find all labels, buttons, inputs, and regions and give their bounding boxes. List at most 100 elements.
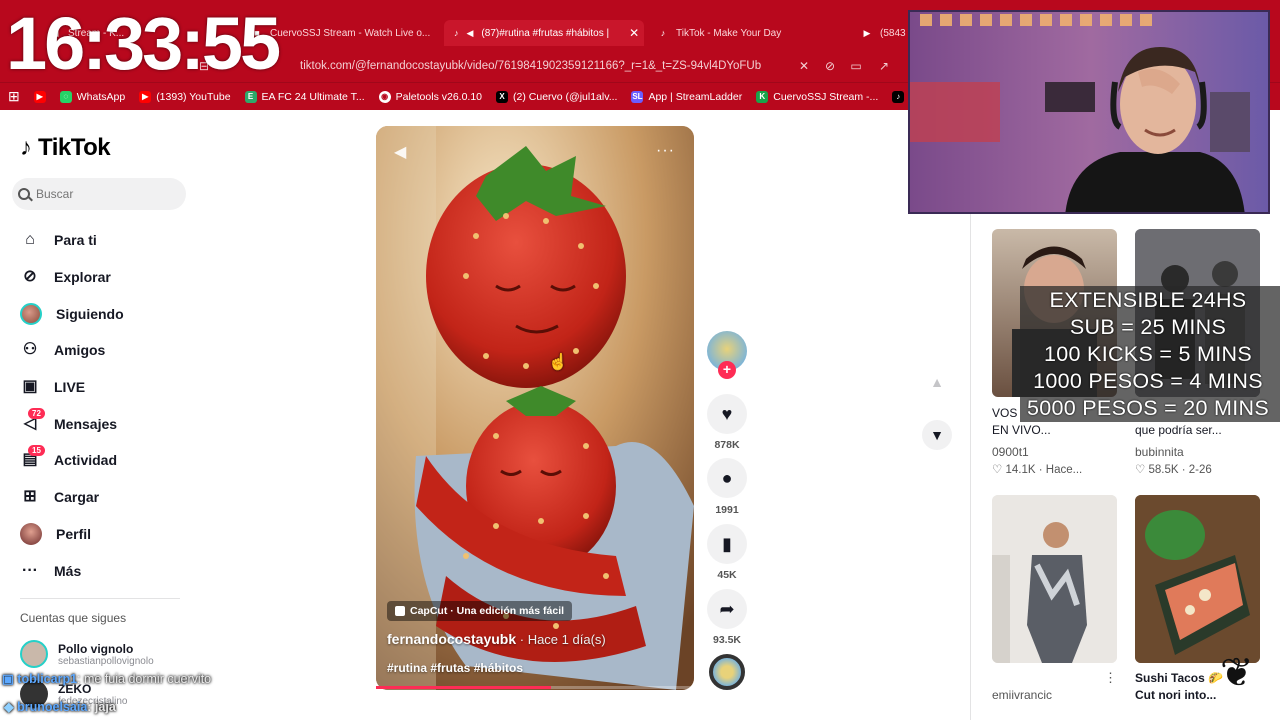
nav-item-para-ti[interactable]: ⌂ Para ti [20,222,190,259]
follow-plus-icon[interactable]: + [718,361,736,379]
share-icon[interactable]: ↗ [876,58,892,74]
nav-item-mensajes[interactable]: ◁ 72 Mensajes [20,405,190,442]
browser-tab[interactable]: ▶ (5843 [862,24,908,42]
avatar [20,640,48,668]
following-section-title: Cuentas que sigues [20,611,127,625]
search-input[interactable] [36,187,176,201]
nav-label: Perfil [56,525,92,542]
x-icon: X [496,90,509,103]
more-vertical-icon[interactable]: ⋮ [1104,670,1117,686]
nav-item-mas[interactable]: ··· Más [20,552,190,589]
video-hashtags[interactable]: #rutina #frutas #hábitos [387,661,523,675]
live-icon: ▣ [22,378,38,396]
nav-item-explorar[interactable]: ⊘ Explorar [20,259,190,296]
mute-icon[interactable]: ✕ [796,58,812,74]
caption-line: EN VIVO... [992,423,1051,437]
next-video-button[interactable]: ▼ [922,420,952,450]
compass-icon: ⊘ [23,268,37,286]
overlay-line: 5000 PESOS = 20 MINS [1026,396,1270,420]
browser-tab[interactable]: ♪ TikTok - Make Your Day [658,24,838,42]
sushi-tacos-thumbnail [1135,495,1260,663]
chat-message: ▣ toblicarp1: me fuia dormir cuervito [2,671,211,686]
browser-tab-active[interactable]: ♪ ◀ (87)#rutina #frutas #hábitos | ✕ [444,20,644,46]
recommendation-meta: ♡ 58.5K · 2-26 [1135,464,1212,476]
bookmark-youtube-icon[interactable]: ▶ [33,90,46,103]
video-progress-bar[interactable] [376,686,694,689]
tiktok-favicon-icon: ♪ [660,28,666,38]
nav-label: Amigos [54,342,106,359]
tiktok-logo[interactable]: ♪ TikTok [20,134,111,162]
youtube-icon: ▶ [139,90,152,103]
author-name: fernandocostayubk [387,631,517,647]
chat-message: ◆ brunoelsaia: jaja [4,699,116,714]
video-time: · Hace 1 día(s) [516,632,606,647]
recommendation-caption[interactable]: que podría ser... [1135,422,1260,439]
recommendation-user[interactable]: 0900t1 [992,445,1029,459]
following-avatar-icon [20,302,42,325]
nav-item-amigos[interactable]: ⚇ Amigos [20,332,190,369]
browser-tab[interactable]: ■ CuervoSSJ Stream - Watch Live o... [252,24,432,42]
heart-icon: ♥ [721,403,733,424]
following-account[interactable]: Pollo vignolo sebastianpollovignolo [20,640,154,668]
bookmark-label: (1393) YouTube [156,90,231,103]
volume-icon[interactable]: ◀ [394,142,406,162]
more-icon: ··· [22,561,38,579]
whatsapp-icon: ◌ [59,90,72,103]
nav-label: Cargar [54,489,100,506]
bookmark-item[interactable]: ▶ (1393) YouTube [139,90,231,103]
recommendation-meta: ♡ 14.1K · Hace... [992,464,1083,476]
recommendation-user[interactable]: bubinnita [1135,445,1184,459]
more-options-icon[interactable]: ··· [656,142,675,160]
bookmark-label: (2) Cuervo (@jul1alv... [513,90,618,103]
share-button[interactable]: ➦ [707,589,747,629]
paletools-icon: ◉ [378,90,391,103]
bookmark-item[interactable]: ◉ Paletools v26.0.10 [378,90,482,103]
search-box[interactable] [12,178,186,210]
nav-item-actividad[interactable]: ▤ 15 Actividad [20,442,190,479]
nav-item-perfil[interactable]: Perfil [20,516,190,553]
account-handle: sebastianpollovignolo [58,655,154,667]
webcam-feed [910,12,1268,212]
comment-button[interactable]: ● [707,458,747,498]
overlay-line: SUB = 25 MINS [1069,315,1227,339]
capcut-text: CapCut · Una edición más fácil [410,605,565,617]
bookmark-item[interactable]: K CuervoSSJ Stream -... [756,90,879,103]
comment-count: 1991 [715,504,739,516]
capcut-label[interactable]: CapCut · Una edición más fácil [387,601,573,621]
comment-icon: ● [721,467,733,488]
chat-text: : jaja [87,700,116,714]
notifications-blocked-icon[interactable]: ⊘ [822,58,838,74]
video-author[interactable]: fernandocostayubk · Hace 1 día(s) [387,631,606,647]
bookmark-label: WhatsApp [76,90,126,103]
tiktok-icon: ♪ [892,90,905,103]
bookmark-icon: ▮ [722,533,732,554]
nav-label: Para ti [54,232,97,249]
capcut-icon [395,606,405,616]
recommendation-thumbnail[interactable] [1135,495,1260,663]
recommendation-user[interactable]: emiivrancic [992,688,1052,702]
save-button[interactable]: ▮ [707,524,747,564]
apps-grid-icon[interactable]: ⊞ [8,88,20,105]
tab-label: TikTok - Make Your Day [676,27,782,39]
recommendation-thumbnail[interactable] [992,495,1117,663]
nav-item-live[interactable]: ▣ LIVE [20,369,190,406]
bookmark-item[interactable]: E EA FC 24 Ultimate T... [244,90,365,103]
bookmark-item[interactable]: SL App | StreamLadder [631,90,743,103]
crow-icon: ❦ [1220,651,1254,695]
chevron-down-icon: ▼ [930,427,944,443]
nav-item-siguiendo[interactable]: Siguiendo [20,295,190,332]
bookmark-item[interactable]: ◌ WhatsApp [59,90,126,103]
bookmark-item[interactable]: X (2) Cuervo (@jul1alv... [496,90,618,103]
music-disc-icon[interactable] [709,654,745,690]
install-app-icon[interactable]: ▭ [848,58,864,74]
bookmark-label: App | StreamLadder [648,90,743,103]
like-button[interactable]: ♥ [707,394,747,434]
bookmark-label: CuervoSSJ Stream -... [773,90,879,103]
url-input[interactable]: tiktok.com/@fernandocostayubk/video/7619… [300,60,761,72]
nav-item-cargar[interactable]: ⊞ Cargar [20,479,190,516]
upload-icon: ⊞ [23,488,37,506]
stream-clock: 16:33:55 [6,2,281,85]
close-tab-icon[interactable]: ✕ [629,26,639,40]
previous-video-button[interactable]: ▲ [922,367,952,397]
bookmark-label: EA FC 24 Ultimate T... [261,90,365,103]
